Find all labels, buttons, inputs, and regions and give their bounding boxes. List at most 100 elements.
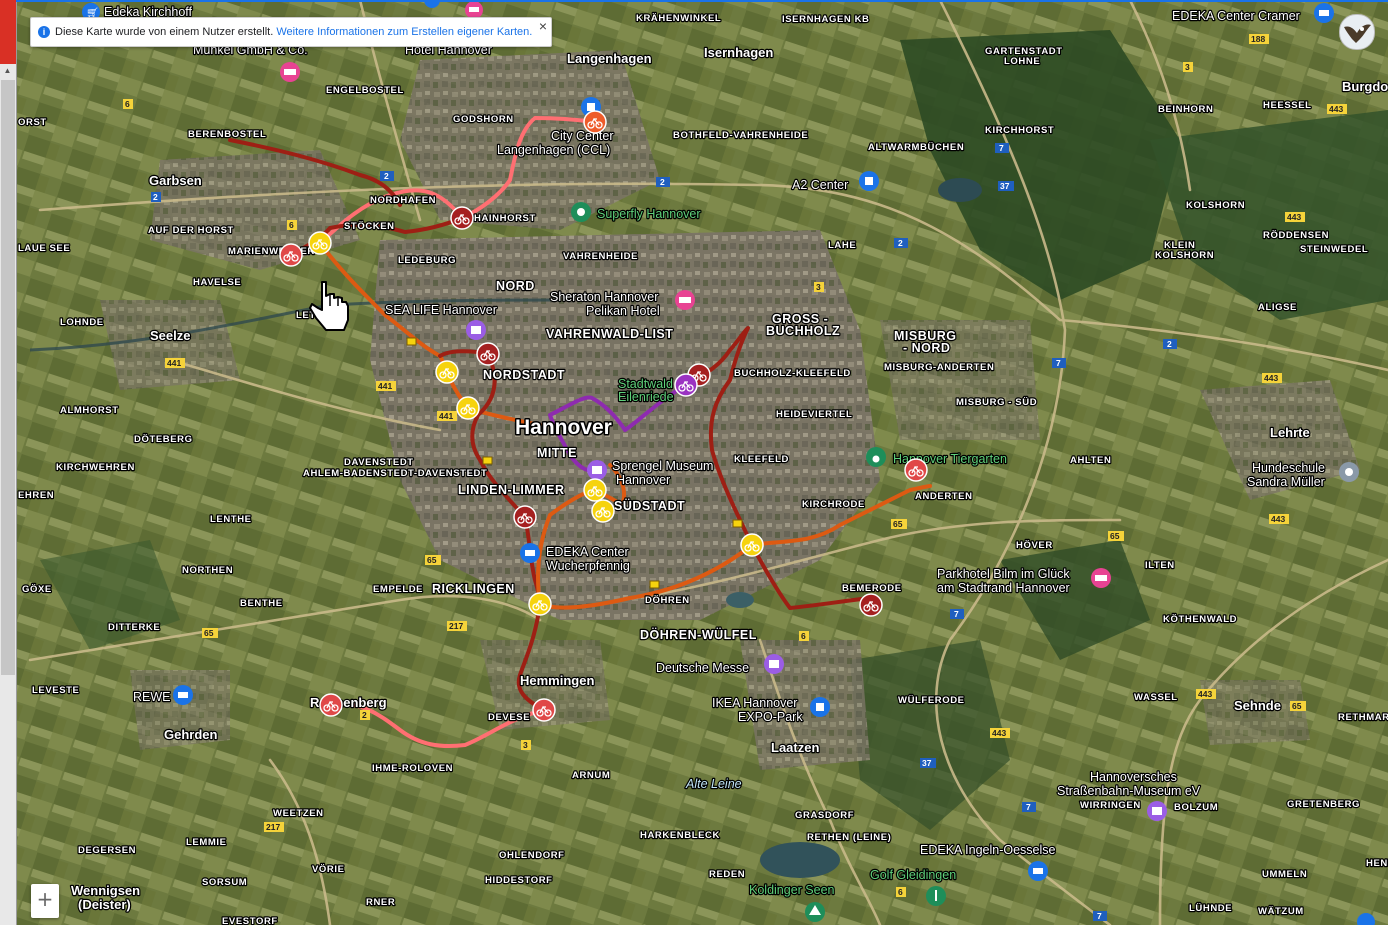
svg-text:Hannover: Hannover: [616, 473, 670, 487]
svg-text:MISBURG - SÜD: MISBURG - SÜD: [956, 397, 1037, 408]
svg-text:- NORD: - NORD: [903, 341, 950, 355]
svg-text:2: 2: [898, 238, 903, 248]
bicycle-marker-icon[interactable]: [513, 505, 537, 529]
svg-text:MISBURG-ANDERTEN: MISBURG-ANDERTEN: [884, 362, 994, 373]
svg-text:KOLSHORN: KOLSHORN: [1186, 200, 1245, 211]
bicycle-marker-icon[interactable]: [740, 533, 764, 557]
svg-text:Superfly Hannover: Superfly Hannover: [597, 207, 701, 221]
city-label: Hannover: [515, 416, 612, 439]
svg-text:6: 6: [125, 99, 130, 109]
satellite-map[interactable]: KRÄHENWINKEL ISERNHAGEN KB GARTENSTADT L…: [0, 0, 1388, 925]
shopping-cart-icon[interactable]: [173, 685, 193, 705]
golf-icon[interactable]: [926, 886, 946, 906]
svg-text:Golf Gleidingen: Golf Gleidingen: [870, 868, 956, 882]
bicycle-marker-icon[interactable]: [319, 693, 343, 717]
svg-text:ENGELBOSTEL: ENGELBOSTEL: [326, 85, 404, 96]
svg-text:7: 7: [1097, 911, 1102, 921]
shopping-cart-icon[interactable]: [1314, 3, 1334, 23]
svg-text:Wennigsen: Wennigsen: [71, 883, 140, 898]
shopping-bag-icon[interactable]: [810, 697, 830, 717]
svg-text:am Stadtrand Hannover: am Stadtrand Hannover: [937, 581, 1070, 595]
svg-text:DITTERKE: DITTERKE: [108, 622, 160, 633]
svg-text:217: 217: [266, 822, 280, 832]
museum-icon[interactable]: [466, 320, 486, 340]
shopping-cart-icon[interactable]: [520, 543, 540, 563]
svg-text:Langenhagen: Langenhagen: [567, 51, 652, 66]
svg-text:ISERNHAGEN KB: ISERNHAGEN KB: [782, 14, 870, 25]
svg-text:65: 65: [1110, 531, 1120, 541]
svg-text:Laatzen: Laatzen: [771, 740, 819, 755]
svg-text:DÖTEBERG: DÖTEBERG: [134, 434, 193, 445]
museum-icon[interactable]: [764, 654, 784, 674]
scrollbar-thumb[interactable]: [1, 80, 15, 675]
place-icon[interactable]: [1339, 462, 1359, 482]
zoom-in-button[interactable]: +: [31, 884, 59, 918]
svg-text:IHME-ROLOVEN: IHME-ROLOVEN: [372, 763, 453, 774]
svg-text:2: 2: [153, 192, 158, 202]
bicycle-marker-icon[interactable]: [476, 342, 500, 366]
svg-text:MITTE: MITTE: [537, 446, 577, 460]
svg-text:LEVESTE: LEVESTE: [32, 685, 80, 696]
svg-text:VAHRENHEIDE: VAHRENHEIDE: [563, 251, 638, 262]
museum-icon[interactable]: [1147, 801, 1167, 821]
svg-text:441: 441: [167, 358, 181, 368]
hotel-icon[interactable]: [675, 290, 695, 310]
bicycle-marker-icon[interactable]: [674, 373, 698, 397]
svg-text:STEINWEDEL: STEINWEDEL: [1300, 244, 1368, 255]
svg-text:Straßenbahn-Museum eV: Straßenbahn-Museum eV: [1057, 784, 1201, 798]
svg-text:Langenhagen (CCL): Langenhagen (CCL): [497, 143, 610, 157]
hotel-icon[interactable]: [1091, 568, 1111, 588]
svg-text:REDEN: REDEN: [709, 869, 745, 880]
svg-text:441: 441: [439, 411, 453, 421]
svg-text:GRASDORF: GRASDORF: [795, 810, 854, 821]
bicycle-marker-icon[interactable]: [583, 110, 607, 134]
park-icon[interactable]: [805, 902, 825, 922]
svg-text:7: 7: [1056, 358, 1061, 368]
bicycle-marker-icon[interactable]: [859, 593, 883, 617]
svg-text:HAVELSE: HAVELSE: [193, 277, 241, 288]
bicycle-marker-icon[interactable]: [308, 231, 332, 255]
eagle-logo[interactable]: [1339, 14, 1375, 50]
svg-text:UMMELN: UMMELN: [1262, 869, 1307, 880]
bicycle-marker-icon[interactable]: [583, 478, 607, 502]
svg-text:37: 37: [922, 758, 932, 768]
bicycle-marker-icon[interactable]: [904, 458, 928, 482]
hotel-icon[interactable]: [280, 62, 300, 82]
bicycle-marker-icon[interactable]: [532, 698, 556, 722]
svg-text:443: 443: [992, 728, 1006, 738]
close-icon[interactable]: ×: [539, 12, 547, 40]
scroll-up-icon[interactable]: ▲: [2, 66, 13, 76]
zoo-icon[interactable]: [866, 447, 886, 467]
bicycle-marker-icon[interactable]: [528, 592, 552, 616]
svg-text:EXPO-Park: EXPO-Park: [738, 710, 803, 724]
shopping-cart-icon[interactable]: [1028, 861, 1048, 881]
svg-text:Isernhagen: Isernhagen: [704, 45, 773, 60]
svg-text:EMPELDE: EMPELDE: [373, 584, 423, 595]
svg-text:KIRCHWEHREN: KIRCHWEHREN: [56, 462, 135, 473]
svg-text:Hemmingen: Hemmingen: [520, 673, 594, 688]
bicycle-marker-icon[interactable]: [591, 499, 615, 523]
museum-icon[interactable]: [587, 460, 607, 480]
svg-text:EVESTORF: EVESTORF: [222, 916, 278, 925]
svg-text:WÜLFERODE: WÜLFERODE: [898, 695, 965, 706]
svg-text:KOLSHORN: KOLSHORN: [1155, 250, 1214, 261]
svg-text:Deutsche Messe: Deutsche Messe: [656, 661, 749, 675]
bicycle-marker-icon[interactable]: [279, 243, 303, 267]
svg-text:LOHNE: LOHNE: [1004, 56, 1040, 67]
place-icon[interactable]: [571, 202, 591, 222]
svg-text:RETHEN (LEINE): RETHEN (LEINE): [807, 832, 891, 843]
bicycle-marker-icon[interactable]: [450, 206, 474, 230]
svg-text:188: 188: [1251, 34, 1265, 44]
svg-text:BOLZUM: BOLZUM: [1174, 802, 1218, 813]
svg-text:LAHE: LAHE: [828, 240, 856, 251]
bicycle-marker-icon[interactable]: [456, 396, 480, 420]
svg-text:RETHMAR: RETHMAR: [1338, 712, 1388, 723]
svg-text:65: 65: [1292, 701, 1302, 711]
svg-text:Pelikan Hotel: Pelikan Hotel: [586, 304, 660, 318]
user-map-notice: i Diese Karte wurde von einem Nutzer ers…: [30, 17, 552, 47]
svg-text:Wucherpfennig: Wucherpfennig: [546, 559, 630, 573]
shopping-bag-icon[interactable]: [859, 171, 879, 191]
bicycle-marker-icon[interactable]: [435, 360, 459, 384]
svg-text:Gehrden: Gehrden: [164, 727, 218, 742]
notice-link[interactable]: Weitere Informationen zum Erstellen eige…: [276, 26, 532, 38]
